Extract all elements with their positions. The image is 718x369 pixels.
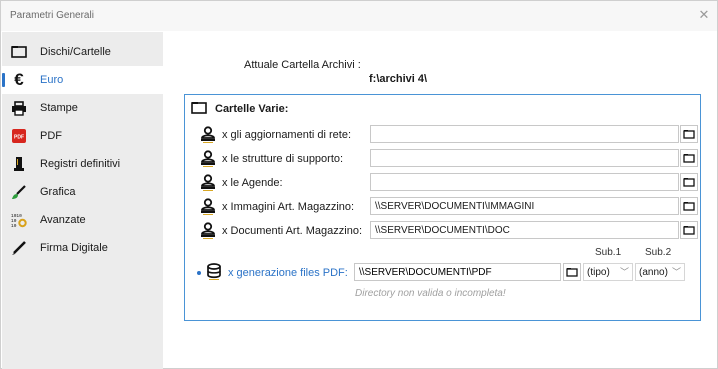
- row-label: x le Agende:: [222, 177, 283, 189]
- folder-icon: [191, 101, 207, 117]
- browse-folder-button[interactable]: [680, 173, 698, 191]
- row-label: x le strutture di supporto:: [222, 153, 344, 165]
- pdf-label: x generazione files PDF:: [228, 267, 348, 279]
- svg-text:PDF: PDF: [14, 135, 24, 141]
- window-title: Parametri Generali: [10, 10, 94, 21]
- sub2-select[interactable]: (anno) ﹀: [635, 263, 685, 281]
- documents-path-input[interactable]: [370, 221, 679, 239]
- title-bar: Parametri Generali ✕: [1, 1, 717, 31]
- validation-message: Directory non valida o incompleta!: [355, 288, 506, 299]
- active-indicator: [2, 73, 5, 87]
- pdf-icon: PDF: [11, 128, 27, 144]
- close-icon[interactable]: ✕: [695, 6, 713, 24]
- folder-icon: [11, 44, 27, 60]
- sidebar-item-avanzate[interactable]: 1010 10 10 Avanzate: [2, 206, 163, 234]
- sidebar-item-label: Avanzate: [40, 214, 86, 226]
- folder-row: x gli aggiornamenti di rete:: [200, 125, 700, 145]
- sidebar: Dischi/Cartelle € Euro Stampe PDF PDF Re…: [2, 32, 163, 369]
- database-icon: [206, 263, 222, 281]
- pdf-path-input[interactable]: [354, 263, 561, 281]
- advanced-icon: 1010 10 10: [11, 212, 27, 228]
- sidebar-item-label: Grafica: [40, 186, 76, 198]
- sidebar-item-label: Firma Digitale: [40, 242, 108, 254]
- sub2-value: (anno): [639, 267, 668, 278]
- browse-folder-button[interactable]: [563, 263, 581, 281]
- chevron-down-icon: ﹀: [619, 267, 629, 277]
- group-title: Cartelle Varie:: [215, 103, 289, 115]
- sidebar-item-label: Dischi/Cartelle: [40, 46, 111, 58]
- folder-row: x le Agende:: [200, 173, 700, 193]
- sidebar-item-label: Stampe: [40, 102, 78, 114]
- user-icon: [200, 198, 216, 216]
- network-updates-path-input[interactable]: [370, 125, 679, 143]
- user-icon: [200, 126, 216, 144]
- brush-icon: [11, 184, 27, 200]
- sidebar-item-label: Euro: [40, 74, 64, 86]
- sidebar-item-pdf[interactable]: PDF PDF: [2, 122, 163, 150]
- register-icon: [11, 156, 27, 172]
- agendas-path-input[interactable]: [370, 173, 679, 191]
- main-panel: Attuale Cartella Archivi : f:\archivi 4\…: [163, 32, 717, 369]
- settings-window: Parametri Generali ✕ Dischi/Cartelle € E…: [0, 0, 718, 369]
- svg-text:10: 10: [11, 223, 17, 228]
- sub1-select[interactable]: (tipo) ﹀: [583, 263, 633, 281]
- printer-icon: [11, 100, 27, 116]
- row-label: x Immagini Art. Magazzino:: [222, 201, 355, 213]
- browse-folder-button[interactable]: [680, 221, 698, 239]
- folder-row: x Documenti Art. Magazzino:: [200, 221, 700, 241]
- folders-group: Cartelle Varie: x gli aggiornamenti di r…: [184, 94, 701, 321]
- sidebar-item-grafica[interactable]: Grafica: [2, 178, 163, 206]
- user-icon: [200, 174, 216, 192]
- sub1-label: Sub.1: [595, 247, 622, 258]
- row-label: x Documenti Art. Magazzino:: [222, 225, 363, 237]
- browse-folder-button[interactable]: [680, 125, 698, 143]
- user-icon: [200, 222, 216, 240]
- row-label: x gli aggiornamenti di rete:: [222, 129, 352, 141]
- sub2-label: Sub.2: [645, 247, 672, 258]
- sidebar-item-firma-digitale[interactable]: Firma Digitale: [2, 234, 163, 262]
- folder-row: x le strutture di supporto:: [200, 149, 700, 169]
- pen-icon: [11, 240, 27, 256]
- sidebar-item-stampe[interactable]: Stampe: [2, 94, 163, 122]
- bullet-icon: [197, 271, 201, 275]
- sidebar-item-label: Registri definitivi: [40, 158, 121, 170]
- support-structures-path-input[interactable]: [370, 149, 679, 167]
- user-icon: [200, 150, 216, 168]
- folder-row: x Immagini Art. Magazzino:: [200, 197, 700, 217]
- sidebar-item-label: PDF: [40, 130, 62, 142]
- images-path-input[interactable]: [370, 197, 679, 215]
- archive-folder-value: f:\archivi 4\: [369, 73, 428, 85]
- chevron-down-icon: ﹀: [671, 267, 681, 277]
- sub1-value: (tipo): [587, 267, 610, 278]
- euro-icon: €: [14, 70, 24, 89]
- archive-folder-label: Attuale Cartella Archivi :: [244, 59, 361, 71]
- sidebar-item-euro[interactable]: € Euro: [2, 66, 163, 94]
- browse-folder-button[interactable]: [680, 197, 698, 215]
- sidebar-item-registri-definitivi[interactable]: Registri definitivi: [2, 150, 163, 178]
- browse-folder-button[interactable]: [680, 149, 698, 167]
- sidebar-item-dischi-cartelle[interactable]: Dischi/Cartelle: [2, 38, 163, 66]
